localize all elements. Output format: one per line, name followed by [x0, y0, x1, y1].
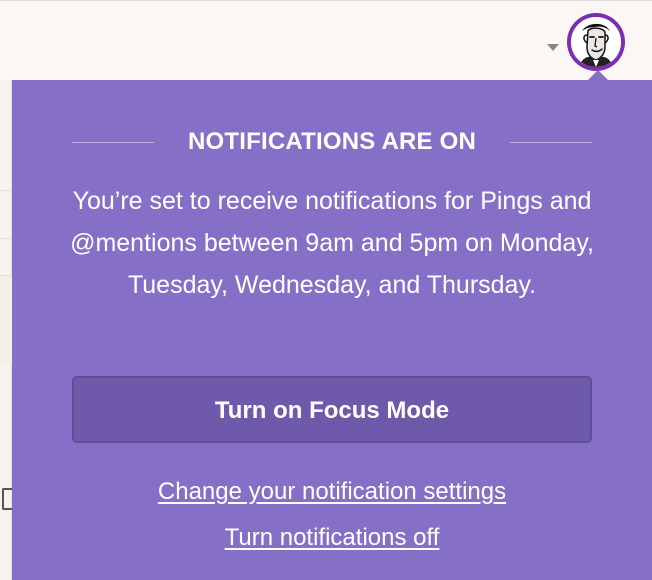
turn-on-focus-mode-button[interactable]: Turn on Focus Mode	[72, 376, 592, 443]
app-page: NOTIFICATIONS ARE ON You’re set to recei…	[0, 0, 652, 580]
top-navigation-bar	[0, 0, 652, 80]
notification-schedule-message: You’re set to receive notifications for …	[70, 187, 594, 299]
notifications-status-title: NOTIFICATIONS ARE ON	[188, 128, 476, 155]
heading-divider-left	[72, 142, 154, 143]
popover-heading-row: NOTIFICATIONS ARE ON	[12, 124, 652, 160]
avatar-portrait-image	[571, 17, 621, 67]
change-notification-settings-link[interactable]: Change your notification settings	[72, 477, 592, 507]
bookmark-icon	[2, 488, 12, 510]
popover-pointer	[588, 70, 608, 80]
turn-notifications-off-link[interactable]: Turn notifications off	[72, 523, 592, 553]
sidebar-panel	[0, 276, 12, 366]
sidebar-divider	[0, 275, 12, 276]
left-sidebar-edge	[0, 80, 12, 580]
chevron-down-icon[interactable]	[547, 44, 559, 51]
sidebar-divider	[0, 238, 12, 239]
user-avatar[interactable]	[567, 13, 625, 71]
heading-divider-right	[510, 142, 592, 143]
sidebar-divider	[0, 190, 12, 191]
notifications-popover: NOTIFICATIONS ARE ON You’re set to recei…	[12, 80, 652, 580]
